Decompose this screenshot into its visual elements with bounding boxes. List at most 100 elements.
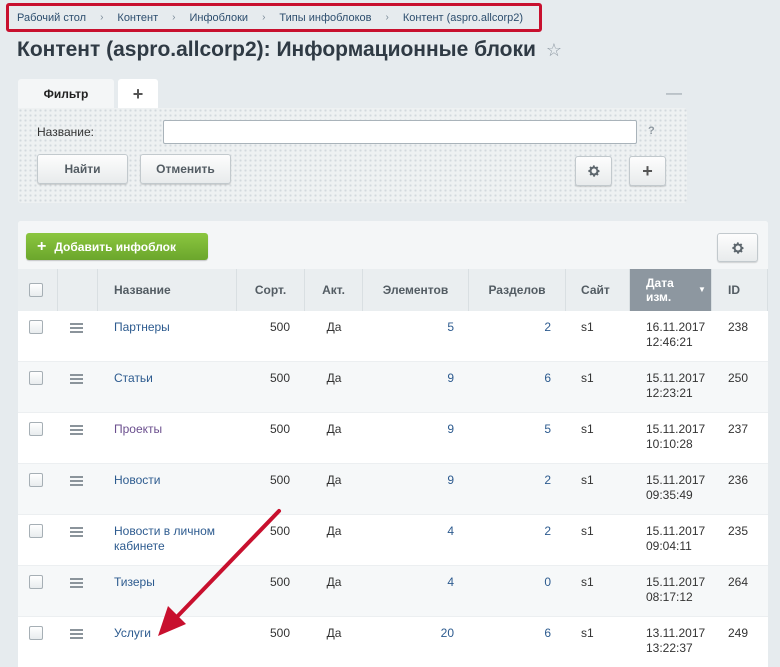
breadcrumb-separator: ›	[262, 12, 266, 23]
column-header-site[interactable]: Сайт	[566, 269, 630, 311]
select-all-checkbox[interactable]	[29, 283, 43, 297]
minimize-icon[interactable]: —	[666, 85, 682, 103]
table-header: Название Сорт. Акт. Элементов Разделов С…	[18, 269, 768, 311]
iblock-name-link[interactable]: Новости в личном кабинете	[98, 515, 237, 566]
sections-count-link[interactable]: 6	[469, 617, 566, 667]
sections-count-link[interactable]: 6	[469, 362, 566, 413]
table-row[interactable]: Новости в личном кабинете 500 Да 4 2 s1 15.11.…	[18, 515, 768, 566]
table-row[interactable]: Новости 500 Да 9 2 s1 15.11.2017 09:35:49 236	[18, 464, 768, 515]
help-icon[interactable]: ?	[648, 125, 655, 137]
breadcrumb-item-iblock-types[interactable]: Типы инфоблоков	[279, 12, 371, 24]
row-checkbox[interactable]	[29, 422, 43, 436]
date-value: 16.11.2017 12:46:21	[646, 320, 706, 349]
active-value: Да	[326, 575, 342, 589]
hamburger-icon[interactable]	[70, 527, 83, 537]
elements-count-link[interactable]: 4	[363, 566, 469, 617]
star-icon[interactable]: ☆	[546, 40, 562, 61]
grid-settings-button[interactable]	[717, 233, 758, 262]
tab-filter[interactable]: Фильтр	[18, 79, 114, 109]
column-header-name[interactable]: Название	[98, 269, 237, 311]
hamburger-icon[interactable]	[70, 629, 83, 639]
sections-count-link[interactable]: 2	[469, 464, 566, 515]
add-filter-button[interactable]: +	[629, 156, 666, 186]
row-checkbox[interactable]	[29, 371, 43, 385]
find-button[interactable]: Найти	[37, 154, 128, 184]
gear-icon	[587, 165, 600, 177]
id-value: 238	[728, 320, 749, 334]
iblock-name-link[interactable]: Статьи	[98, 362, 237, 413]
hamburger-icon[interactable]	[70, 425, 83, 435]
id-value: 249	[728, 626, 749, 640]
row-checkbox-cell[interactable]	[18, 464, 58, 515]
row-checkbox[interactable]	[29, 320, 43, 334]
row-checkbox[interactable]	[29, 524, 43, 538]
row-checkbox-cell[interactable]	[18, 311, 58, 362]
table-row[interactable]: Услуги 500 Да 20 6 s1 13.11.2017 13:22:37 249	[18, 617, 768, 667]
breadcrumb-item-content[interactable]: Контент	[117, 12, 158, 24]
column-header-date[interactable]: Дата изм. ▼	[630, 269, 712, 311]
row-menu-cell[interactable]	[58, 464, 98, 515]
row-checkbox-cell[interactable]	[18, 362, 58, 413]
plus-icon: +	[37, 237, 47, 255]
iblock-name-link[interactable]: Услуги	[98, 617, 237, 667]
row-checkbox-cell[interactable]	[18, 515, 58, 566]
row-checkbox[interactable]	[29, 575, 43, 589]
date-value: 15.11.2017 08:17:12	[646, 575, 706, 604]
select-all-checkbox-cell[interactable]	[18, 269, 58, 311]
row-checkbox[interactable]	[29, 473, 43, 487]
site-value: s1	[581, 371, 594, 385]
table-row[interactable]: Статьи 500 Да 9 6 s1 15.11.2017 12:23:21 250	[18, 362, 768, 413]
iblock-name-link[interactable]: Проекты	[98, 413, 237, 464]
column-header-sections[interactable]: Разделов	[469, 269, 566, 311]
hamburger-icon[interactable]	[70, 476, 83, 486]
row-checkbox-cell[interactable]	[18, 617, 58, 667]
column-header-id[interactable]: ID	[712, 269, 768, 311]
sections-count-link[interactable]: 2	[469, 311, 566, 362]
hamburger-icon[interactable]	[70, 578, 83, 588]
row-menu-cell[interactable]	[58, 413, 98, 464]
row-menu-cell[interactable]	[58, 362, 98, 413]
sections-count-link[interactable]: 2	[469, 515, 566, 566]
sort-value: 500	[269, 473, 290, 487]
elements-count-link[interactable]: 9	[363, 362, 469, 413]
filter-settings-button[interactable]	[575, 156, 612, 186]
column-header-sort[interactable]: Сорт.	[237, 269, 305, 311]
elements-count-link[interactable]: 9	[363, 464, 469, 515]
row-menu-cell[interactable]	[58, 311, 98, 362]
column-header-active[interactable]: Акт.	[305, 269, 363, 311]
elements-count-link[interactable]: 20	[363, 617, 469, 667]
iblock-name-link[interactable]: Партнеры	[98, 311, 237, 362]
add-iblock-label: Добавить инфоблок	[54, 239, 177, 254]
row-checkbox-cell[interactable]	[18, 566, 58, 617]
site-value: s1	[581, 320, 594, 334]
sections-count-link[interactable]: 0	[469, 566, 566, 617]
elements-count-link[interactable]: 5	[363, 311, 469, 362]
add-iblock-button[interactable]: + Добавить инфоблок	[26, 233, 208, 260]
sections-count-link[interactable]: 5	[469, 413, 566, 464]
sort-value: 500	[269, 575, 290, 589]
row-menu-cell[interactable]	[58, 566, 98, 617]
site-value: s1	[581, 473, 594, 487]
row-menu-cell[interactable]	[58, 515, 98, 566]
table-row[interactable]: Тизеры 500 Да 4 0 s1 15.11.2017 08:17:12 264	[18, 566, 768, 617]
breadcrumb-item-iblocks[interactable]: Инфоблоки	[190, 12, 249, 24]
breadcrumb-item-desktop[interactable]: Рабочий стол	[17, 12, 86, 24]
hamburger-icon[interactable]	[70, 323, 83, 333]
iblock-name-link[interactable]: Новости	[98, 464, 237, 515]
sort-value: 500	[269, 626, 290, 640]
table-row[interactable]: Партнеры 500 Да 5 2 s1 16.11.2017 12:46:21 238	[18, 311, 768, 362]
add-filter-tab[interactable]: +	[118, 79, 158, 109]
column-header-elements[interactable]: Элементов	[363, 269, 469, 311]
iblock-name-link[interactable]: Тизеры	[98, 566, 237, 617]
cancel-button[interactable]: Отменить	[140, 154, 231, 184]
id-value: 250	[728, 371, 749, 385]
table-row[interactable]: Проекты 500 Да 9 5 s1 15.11.2017 10:10:28 237	[18, 413, 768, 464]
breadcrumb-item-current[interactable]: Контент (aspro.allcorp2)	[403, 12, 523, 24]
row-menu-cell[interactable]	[58, 617, 98, 667]
elements-count-link[interactable]: 9	[363, 413, 469, 464]
row-checkbox[interactable]	[29, 626, 43, 640]
hamburger-icon[interactable]	[70, 374, 83, 384]
elements-count-link[interactable]: 4	[363, 515, 469, 566]
name-filter-input[interactable]	[163, 120, 637, 144]
row-checkbox-cell[interactable]	[18, 413, 58, 464]
